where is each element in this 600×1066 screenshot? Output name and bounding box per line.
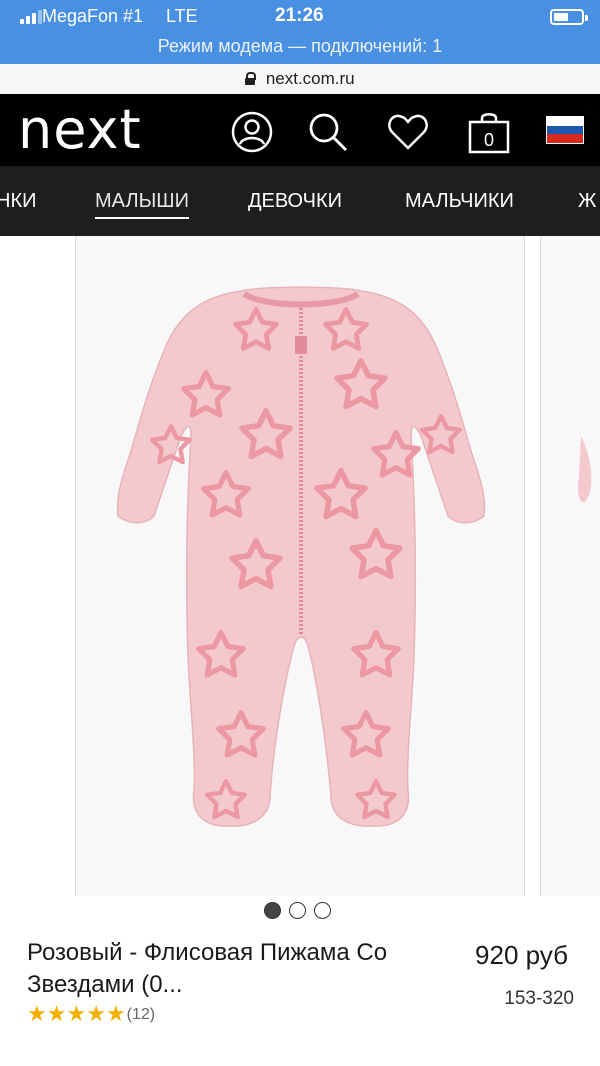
next-logo[interactable]: next — [18, 98, 142, 161]
rating-stars: ★★★★★ — [27, 1003, 126, 1025]
url-text: next.com.ru — [265, 69, 355, 88]
category-nav: НКИ МАЛЫШИ ДЕВОЧКИ МАЛЬЧИКИ Ж — [0, 166, 600, 236]
lock-icon — [245, 72, 257, 85]
star-icon: ★ — [105, 1001, 126, 1026]
heart-icon[interactable] — [386, 110, 430, 154]
star-icon: ★ — [66, 1001, 87, 1026]
product-gallery[interactable] — [0, 236, 600, 896]
product-code: 153-320 — [504, 988, 574, 1009]
next-image-peek — [578, 436, 592, 503]
gallery-dot-1[interactable] — [264, 902, 281, 919]
nav-item-boys[interactable]: МАЛЬЧИКИ — [405, 190, 514, 213]
nav-item-partial-left[interactable]: НКИ — [0, 190, 36, 213]
nav-item-girls[interactable]: ДЕВОЧКИ — [248, 190, 342, 213]
product-price: 920 руб — [475, 940, 568, 970]
carrier-name: MegaFon #1 — [42, 6, 144, 26]
bag-icon[interactable]: 0 — [466, 110, 512, 154]
status-bar: MegaFon #1 LTE 21:26 Режим модема — подк… — [0, 0, 600, 64]
product-image-sleepsuit — [116, 286, 486, 827]
address-bar[interactable]: next.com.ru — [0, 64, 600, 94]
star-icon: ★ — [46, 1001, 67, 1026]
account-icon[interactable] — [230, 110, 274, 154]
next-product-image-partial[interactable] — [540, 236, 600, 896]
product-title[interactable]: Розовый - Флисовая Пижама Со Звездами (0… — [27, 937, 407, 1001]
network-type: LTE — [166, 6, 198, 26]
nav-item-babies[interactable]: МАЛЫШИ — [95, 190, 189, 219]
russia-flag-icon[interactable] — [546, 116, 584, 144]
hotspot-banner[interactable]: Режим модема — подключений: 1 — [0, 36, 600, 57]
site-header: next 0 — [0, 94, 600, 166]
status-time: 21:26 — [275, 5, 324, 26]
star-icon: ★ — [27, 1001, 47, 1026]
gallery-dot-3[interactable] — [314, 902, 331, 919]
nav-item-partial-right[interactable]: Ж — [578, 190, 596, 213]
battery-icon — [550, 9, 588, 25]
review-count: (12) — [126, 1006, 156, 1023]
bag-count: 0 — [484, 130, 494, 150]
gallery-dot-2[interactable] — [289, 902, 306, 919]
product-rating[interactable]: ★★★★★(12) — [27, 1003, 155, 1026]
product-image-frame[interactable] — [75, 236, 525, 896]
search-icon[interactable] — [306, 110, 350, 154]
star-icon: ★ — [86, 1001, 106, 1026]
